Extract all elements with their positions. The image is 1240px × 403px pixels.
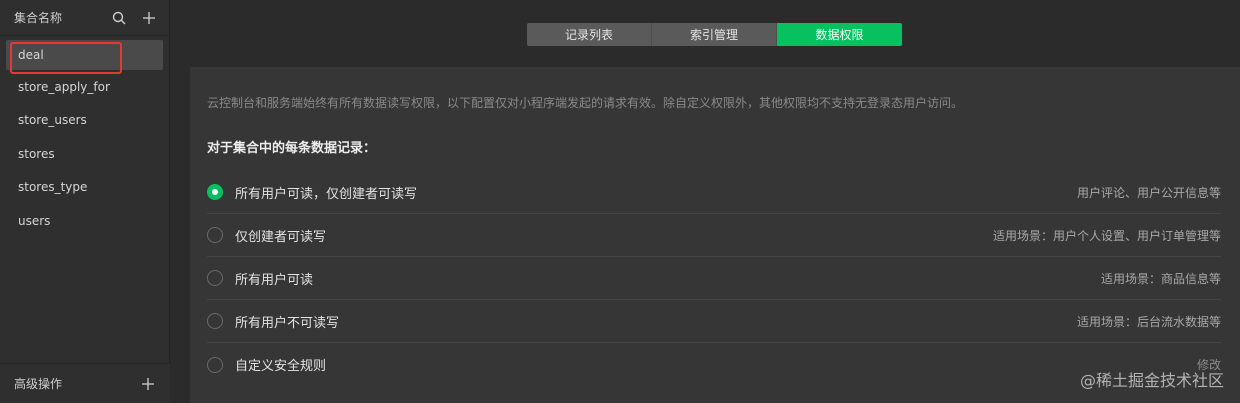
permission-option-creator-only[interactable]: 仅创建者可读写 适用场景：用户个人设置、用户订单管理等 (207, 214, 1221, 257)
option-label: 仅创建者可读写 (235, 229, 327, 245)
tab-data-permissions[interactable]: 数据权限 (777, 23, 902, 46)
permission-option-read-all-write-creator[interactable]: 所有用户可读，仅创建者可读写 用户评论、用户公开信息等 (207, 171, 1221, 214)
tab-records[interactable]: 记录列表 (527, 23, 652, 46)
collection-item-label: store_users (18, 113, 87, 128)
permission-option-read-all[interactable]: 所有用户可读 适用场景：商品信息等 (207, 257, 1221, 300)
collection-item-label: deal (18, 48, 44, 62)
sidebar-footer: 高级操作 (0, 363, 170, 403)
radio-button[interactable] (207, 227, 223, 243)
option-label: 所有用户可读，仅创建者可读写 (235, 186, 418, 202)
collection-item-label: users (18, 213, 51, 228)
option-label: 所有用户可读 (235, 272, 314, 288)
radio-button[interactable] (207, 356, 223, 373)
collection-item-label: store_apply_for (18, 79, 110, 94)
permission-option-no-access[interactable]: 所有用户不可读写 适用场景：后台流水数据等 (207, 300, 1221, 343)
option-label: 自定义安全规则 (235, 359, 327, 374)
radio-button[interactable] (207, 270, 223, 286)
option-hint: 适用场景：商品信息等 (1100, 271, 1221, 286)
collection-item-deal[interactable]: deal (6, 40, 163, 74)
collection-sidebar: 集合名称 deal store_apply_for store_users st… (0, 0, 170, 403)
collection-item-users[interactable]: users (0, 204, 169, 238)
permission-options: 所有用户可读，仅创建者可读写 用户评论、用户公开信息等 仅创建者可读写 适用场景… (207, 171, 1221, 386)
collection-item-label: stores_type (18, 180, 88, 195)
search-icon[interactable] (111, 10, 127, 26)
collection-item-stores[interactable]: stores (0, 137, 169, 171)
advanced-ops-title: 高级操作 (14, 377, 63, 391)
collection-item-label: stores (18, 146, 55, 161)
option-label: 所有用户不可读写 (235, 315, 340, 331)
permissions-panel: 云控制台和服务端始终有所有数据读写权限，以下配置仅对小程序端发起的请求有效。除自… (190, 67, 1240, 403)
option-hint: 适用场景：后台流水数据等 (1076, 314, 1221, 329)
collection-item-stores-type[interactable]: stores_type (0, 171, 169, 205)
radio-button[interactable] (207, 184, 223, 200)
section-title: 对于集合中的每条数据记录： (207, 141, 377, 156)
watermark: @稀土掘金技术社区 (1079, 371, 1224, 390)
tab-bar: 记录列表 索引管理 数据权限 (527, 23, 902, 46)
plus-icon[interactable] (141, 10, 157, 26)
collection-list: deal store_apply_for store_users stores … (0, 40, 169, 238)
sidebar-header: 集合名称 (0, 0, 169, 36)
tab-index-management[interactable]: 索引管理 (652, 23, 777, 46)
collection-item-store-users[interactable]: store_users (0, 104, 169, 138)
permissions-description: 云控制台和服务端始终有所有数据读写权限，以下配置仅对小程序端发起的请求有效。除自… (207, 96, 964, 110)
radio-button[interactable] (207, 313, 223, 329)
sidebar-title: 集合名称 (14, 11, 63, 25)
option-hint: 用户评论、用户公开信息等 (1076, 185, 1221, 200)
plus-icon[interactable] (140, 376, 156, 392)
option-hint: 适用场景：用户个人设置、用户订单管理等 (992, 228, 1221, 243)
main-content: 记录列表 索引管理 数据权限 云控制台和服务端始终有所有数据读写权限，以下配置仅… (171, 0, 1240, 403)
collection-item-store-apply-for[interactable]: store_apply_for (0, 70, 169, 104)
permission-option-custom-rules[interactable]: 自定义安全规则 修改 (207, 343, 1221, 386)
